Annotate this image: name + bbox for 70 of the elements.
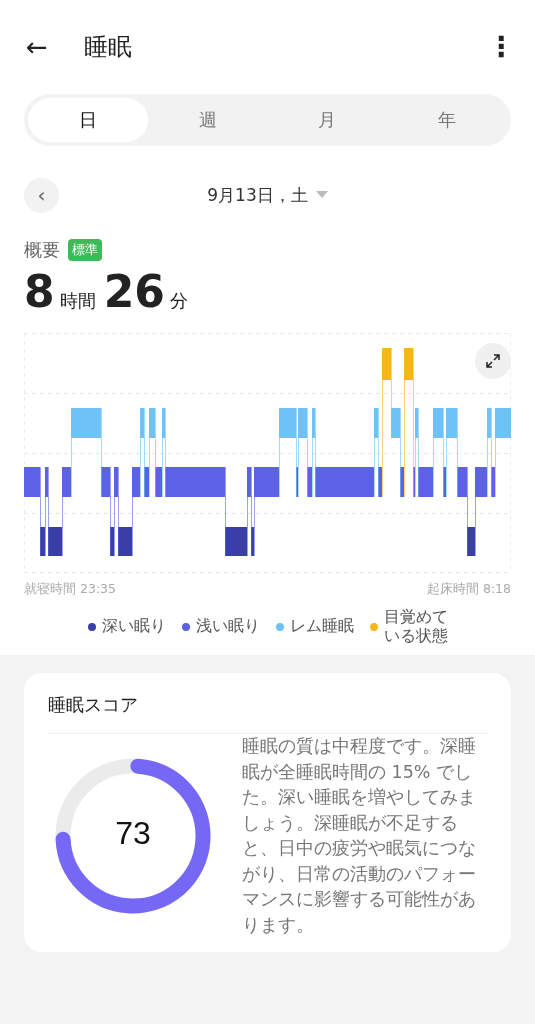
- legend-label: 深い眠り: [101, 616, 166, 638]
- sleep-stage-bar: [404, 348, 413, 380]
- sleep-stage-bar: [312, 408, 315, 438]
- sleep-stage-bar: [247, 467, 251, 497]
- score-description: 睡眠の質は中程度です。深睡眠が全睡眠時間の 15% でした。深い睡眠を増やしてみましょう。深睡眠が不足すると、日中の疲労や眠気につながり、日常の活動のパフォーマンスに影響する可能性があります。: [242, 735, 477, 937]
- sleep-stage-bar: [101, 467, 110, 497]
- page-title: 睡眠: [84, 32, 133, 63]
- sleep-stage-bar: [140, 408, 144, 438]
- legend-label: 目覚めている状態: [383, 608, 449, 646]
- wake-time-label: 起床時間 8:18: [426, 581, 511, 598]
- score-value: 73: [114, 815, 152, 853]
- more-menu-button[interactable]: ⋮: [487, 33, 511, 61]
- legend-label: レム睡眠: [289, 616, 354, 638]
- sleep-stage-bar: [475, 467, 487, 497]
- sleep-stage-bar: [315, 467, 374, 497]
- date-selector[interactable]: 9月13日，土: [207, 183, 328, 207]
- sleep-stage-bar: [118, 527, 132, 556]
- sleep-stage-bar: [467, 527, 475, 556]
- sleep-stage-bar: [487, 408, 491, 438]
- sleep-stage-bar: [62, 467, 71, 497]
- sleep-stage-bar: [48, 527, 62, 556]
- expand-button[interactable]: [475, 343, 511, 379]
- sleep-stage-bar: [457, 467, 467, 497]
- status-badge: 標準: [68, 239, 102, 261]
- sleep-stage-bar: [132, 467, 140, 497]
- period-tab[interactable]: 月: [267, 98, 388, 142]
- sleep-stage-bar: [374, 408, 378, 438]
- sleep-stage-bar: [443, 467, 446, 497]
- expand-icon: [485, 353, 501, 369]
- period-tab[interactable]: 年: [387, 98, 507, 142]
- bedtime-label: 就寝時間 23:35: [24, 581, 116, 598]
- caret-icon: [315, 191, 328, 199]
- card-title: 睡眠スコア: [48, 693, 139, 718]
- sleep-stage-bar: [251, 527, 254, 556]
- sleep-stage-bar: [418, 467, 433, 497]
- sleep-stage-bar: [71, 408, 101, 438]
- sleep-stage-bar: [433, 408, 443, 438]
- minutes-unit: 分: [169, 289, 188, 313]
- sleep-stage-bar: [254, 467, 279, 497]
- period-tab[interactable]: 週: [147, 98, 268, 142]
- sleep-stage-bar: [415, 408, 418, 438]
- previous-day-button[interactable]: ‹: [24, 177, 59, 213]
- sleep-stage-bar: [155, 467, 162, 497]
- sleep-stage-bar: [400, 467, 404, 497]
- back-button[interactable]: ←: [26, 34, 70, 60]
- sleep-stage-bar: [491, 467, 495, 497]
- duration-hours: 8: [24, 266, 55, 317]
- summary-label: 概要: [24, 238, 60, 262]
- sleep-stage-bar: [298, 408, 307, 438]
- sleep-stage-bar: [24, 467, 40, 497]
- sleep-stage-bar: [225, 527, 247, 556]
- sleep-stage-bar: [279, 408, 296, 438]
- sleep-stage-bar: [495, 408, 511, 438]
- sleep-stage-bar: [40, 527, 45, 556]
- legend-label: 浅い眠り: [195, 616, 260, 638]
- sleep-stage-bar: [165, 467, 225, 497]
- sleep-stage-bar: [45, 467, 48, 497]
- sleep-stage-bar: [382, 348, 391, 380]
- sleep-stage-bar: [391, 408, 400, 438]
- sleep-stage-bar: [378, 467, 382, 497]
- sleep-stage-bar: [162, 408, 165, 438]
- sleep-stage-bar: [114, 467, 118, 497]
- sleep-stage-bar: [110, 527, 114, 556]
- duration-minutes: 26: [103, 266, 165, 317]
- sleep-stage-bar: [307, 467, 312, 497]
- sleep-stage-bar: [144, 467, 149, 497]
- hours-unit: 時間: [59, 289, 96, 313]
- period-tab[interactable]: 日: [28, 98, 148, 142]
- sleep-stage-bar: [149, 408, 155, 438]
- sleep-stage-bar: [446, 408, 457, 438]
